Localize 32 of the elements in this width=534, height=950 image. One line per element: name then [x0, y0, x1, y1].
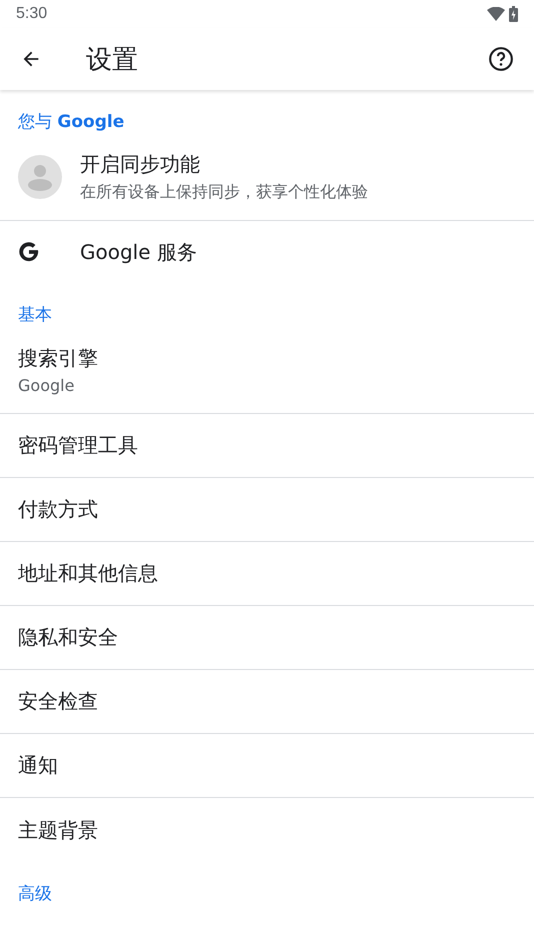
sync-row[interactable]: 开启同步功能 在所有设备上保持同步，获享个性化体验 — [0, 134, 534, 221]
help-icon — [488, 46, 514, 72]
avatar-icon — [18, 155, 62, 199]
wifi-icon — [487, 7, 505, 21]
battery-icon — [509, 6, 518, 22]
settings-row[interactable]: 隐私和安全 — [0, 606, 534, 670]
item-title: 安全检查 — [18, 688, 98, 715]
item-title: 付款方式 — [18, 496, 98, 523]
item-title: 地址和其他信息 — [18, 560, 158, 587]
settings-row[interactable]: 密码管理工具 — [0, 414, 534, 478]
item-title: 搜索引擎 — [18, 345, 98, 372]
page-title: 设置 — [86, 44, 139, 76]
settings-row[interactable]: 主题背景 — [0, 798, 534, 862]
item-title: Google 服务 — [80, 238, 197, 266]
status-time: 5:30 — [16, 5, 48, 23]
section-header: 基本 — [17, 304, 53, 327]
item-subtitle: 在所有设备上保持同步，获享个性化体验 — [80, 182, 368, 203]
settings-row[interactable]: 地址和其他信息 — [0, 542, 534, 606]
services-row[interactable]: Google 服务 — [0, 221, 534, 283]
item-title: 开启同步功能 — [80, 151, 201, 178]
section-header: 您与 Google — [17, 111, 126, 134]
settings-row[interactable]: 通知 — [0, 734, 534, 798]
settings-row[interactable]: 搜索引擎 Google — [0, 327, 534, 414]
item-title: 通知 — [18, 752, 58, 779]
item-subtitle: Google — [18, 376, 76, 395]
item-title: 密码管理工具 — [18, 432, 138, 459]
section-header: 高级 — [17, 883, 53, 906]
item-title: 隐私和安全 — [18, 624, 118, 651]
g-logo-icon — [18, 241, 40, 263]
settings-row[interactable]: 付款方式 — [0, 478, 534, 542]
item-title: 主题背景 — [18, 816, 98, 844]
settings-row[interactable]: 安全检查 — [0, 670, 534, 734]
